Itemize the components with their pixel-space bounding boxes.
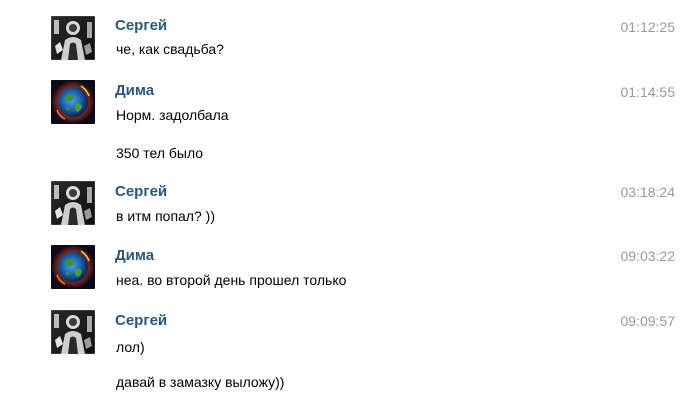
message-text: 350 тел было: [116, 145, 204, 161]
bw-photo-avatar-icon[interactable]: [51, 310, 95, 354]
author-name[interactable]: Дима: [115, 82, 154, 100]
message-text: давай в замазку выложу)): [116, 374, 285, 390]
message-timestamp: 09:03:22: [620, 248, 676, 264]
message-timestamp: 09:09:57: [620, 313, 676, 329]
bw-photo-avatar-icon[interactable]: [51, 181, 95, 225]
message-timestamp: 01:12:25: [620, 19, 676, 35]
message-text: в итм попал? )): [116, 208, 215, 224]
message-timestamp: 03:18:24: [620, 184, 676, 200]
message-text: неа. во второй день прошел только: [116, 272, 347, 288]
message-text: лол): [116, 339, 145, 355]
author-name[interactable]: Дима: [115, 247, 154, 265]
author-name[interactable]: Сергей: [115, 312, 167, 330]
earth-fire-avatar-icon[interactable]: [51, 80, 95, 124]
author-name[interactable]: Сергей: [115, 17, 167, 35]
author-name[interactable]: Сергей: [115, 183, 167, 201]
message-text: Норм. задолбала: [116, 107, 229, 123]
message-timestamp: 01:14:55: [620, 84, 676, 100]
message-feed: Сергей 01:12:25 че, как свадьба? Дима 01…: [0, 0, 700, 403]
earth-fire-avatar-icon[interactable]: [51, 245, 95, 289]
bw-photo-avatar-icon[interactable]: [51, 16, 95, 60]
message-text: че, как свадьба?: [116, 41, 224, 57]
